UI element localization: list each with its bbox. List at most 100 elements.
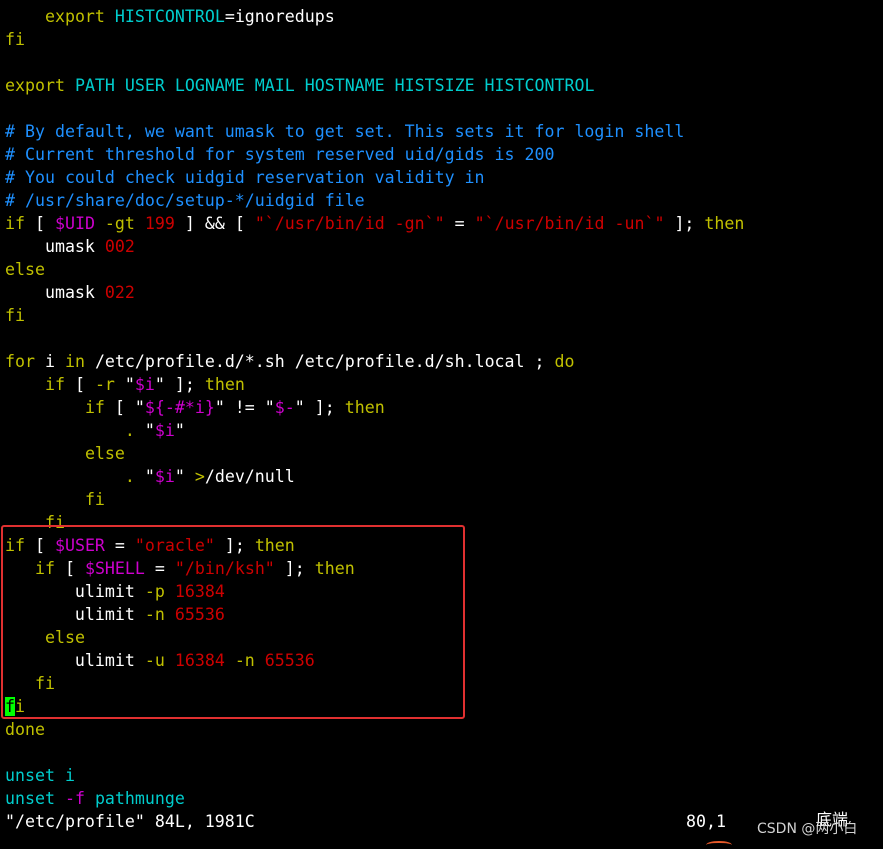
code-token: pathmunge <box>94 789 185 808</box>
code-token: 002 <box>104 237 135 256</box>
code-token: fi <box>84 490 105 509</box>
code-line[interactable]: unset i <box>5 764 883 787</box>
code-token: " <box>114 375 135 394</box>
code-token: umask <box>5 283 105 302</box>
code-token: ]; <box>664 214 705 233</box>
code-line[interactable]: # You could check uidgid reservation val… <box>5 166 883 189</box>
code-token: $i <box>154 467 175 486</box>
code-token: else <box>5 260 45 279</box>
code-token: umask <box>5 237 105 256</box>
code-token: i <box>34 352 65 371</box>
code-token: " ]; <box>154 375 205 394</box>
code-token: " <box>134 421 155 440</box>
code-token: . <box>124 421 135 440</box>
code-line[interactable]: umask 022 <box>5 281 883 304</box>
code-token: " ]; <box>294 398 345 417</box>
code-token: $- <box>274 398 295 417</box>
code-token: $i <box>154 421 175 440</box>
code-token: /dev/null <box>204 467 295 486</box>
code-token: ] && [ <box>174 214 255 233</box>
code-token: =ignoredups <box>224 7 335 26</box>
code-line[interactable]: fi <box>5 488 883 511</box>
code-line[interactable]: fi <box>5 304 883 327</box>
csdn-watermark: CSDN @两小白 <box>757 821 858 837</box>
code-token: [ <box>64 375 95 394</box>
code-line[interactable]: export HISTCONTROL=ignoredups <box>5 5 883 28</box>
code-token: $i <box>134 375 155 394</box>
code-token: if <box>84 398 105 417</box>
code-line[interactable]: for i in /etc/profile.d/*.sh /etc/profil… <box>5 350 883 373</box>
code-token: " <box>134 467 155 486</box>
code-line[interactable]: if [ -r "$i" ]; then <box>5 373 883 396</box>
code-line[interactable]: if [ "${-#*i}" != "$-" ]; then <box>5 396 883 419</box>
code-line[interactable] <box>5 741 883 764</box>
code-line[interactable]: export PATH USER LOGNAME MAIL HOSTNAME H… <box>5 74 883 97</box>
code-token: [ <box>24 214 55 233</box>
code-token: 022 <box>104 283 135 302</box>
code-token: " != " <box>214 398 275 417</box>
vim-status-file-info: "/etc/profile" 84L, 1981C <box>5 812 255 831</box>
code-token: [ " <box>104 398 145 417</box>
code-token: -f <box>64 789 85 808</box>
code-token: # Current threshold for system reserved … <box>5 145 555 164</box>
code-token: i <box>64 766 75 785</box>
highlight-annotation-box <box>1 525 465 719</box>
code-token: export <box>5 76 65 95</box>
code-token: for <box>5 352 35 371</box>
code-line[interactable]: # Current threshold for system reserved … <box>5 143 883 166</box>
code-line[interactable]: . "$i" >/dev/null <box>5 465 883 488</box>
code-token: . <box>124 467 135 486</box>
code-token: else <box>84 444 125 463</box>
code-token: /etc/profile.d/*.sh /etc/profile.d/sh.lo… <box>84 352 555 371</box>
code-token: if <box>44 375 65 394</box>
code-token: # You could check uidgid reservation val… <box>5 168 485 187</box>
code-token: unset <box>5 789 55 808</box>
code-token: 199 <box>144 214 175 233</box>
code-line[interactable]: unset -f pathmunge <box>5 787 883 810</box>
code-line[interactable]: umask 002 <box>5 235 883 258</box>
code-line[interactable] <box>5 327 883 350</box>
code-token: "`/usr/bin/id -gn`" <box>254 214 445 233</box>
code-token: if <box>5 214 25 233</box>
code-token: ${-#*i} <box>144 398 215 417</box>
code-token: done <box>5 720 45 739</box>
code-line[interactable]: # /usr/share/doc/setup-*/uidgid file <box>5 189 883 212</box>
code-token: " <box>174 467 195 486</box>
code-token: = <box>444 214 475 233</box>
code-line[interactable] <box>5 51 883 74</box>
watermark-decoration-icon <box>706 841 732 849</box>
code-token: then <box>704 214 745 233</box>
code-token: fi <box>5 30 25 49</box>
vim-cursor-position: 80,1 <box>686 812 726 831</box>
code-token: PATH USER LOGNAME MAIL HOSTNAME HISTSIZE… <box>74 76 595 95</box>
code-line[interactable]: else <box>5 258 883 281</box>
code-line[interactable]: # By default, we want umask to get set. … <box>5 120 883 143</box>
code-line[interactable]: . "$i" <box>5 419 883 442</box>
code-token: export <box>44 7 105 26</box>
code-token: in <box>64 352 85 371</box>
code-token: fi <box>5 306 25 325</box>
code-token: HISTCONTROL <box>114 7 225 26</box>
code-token: "`/usr/bin/id -un`" <box>474 214 665 233</box>
code-token: then <box>204 375 245 394</box>
code-line[interactable]: done <box>5 718 883 741</box>
code-line[interactable]: else <box>5 442 883 465</box>
code-token: " <box>174 421 185 440</box>
code-line[interactable] <box>5 97 883 120</box>
code-token: > <box>194 467 205 486</box>
code-line[interactable]: if [ $UID -gt 199 ] && [ "`/usr/bin/id -… <box>5 212 883 235</box>
code-line[interactable]: fi <box>5 28 883 51</box>
code-token: $UID <box>54 214 95 233</box>
code-token: unset <box>5 766 55 785</box>
